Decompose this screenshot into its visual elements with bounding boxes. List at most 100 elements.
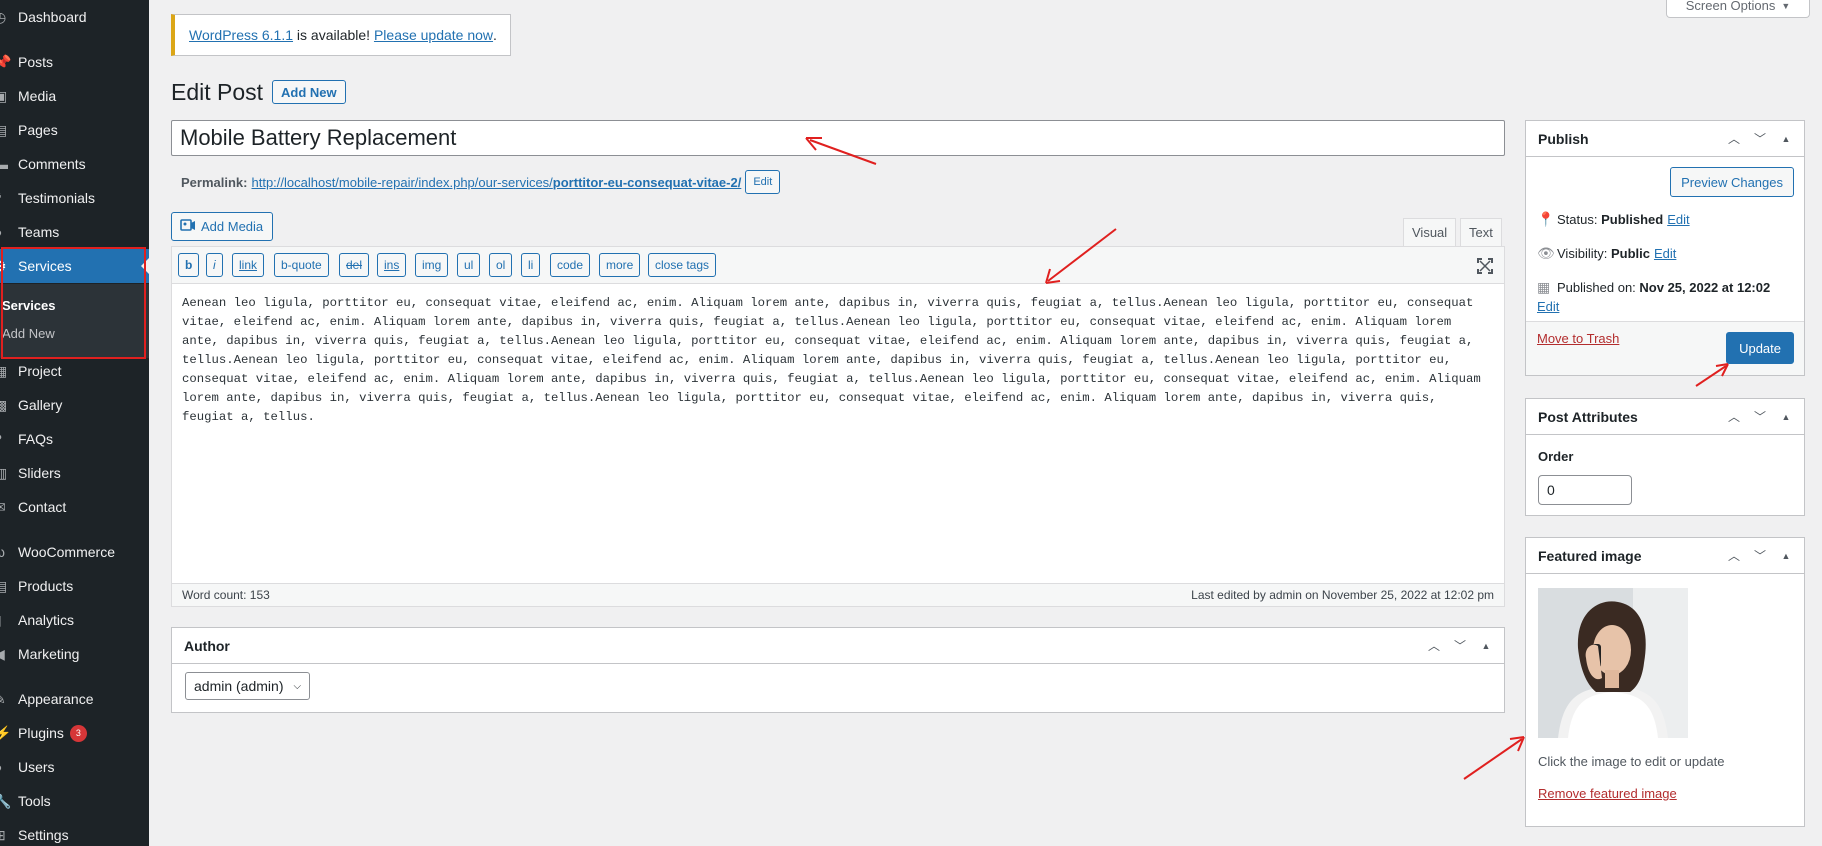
sidebar-item-tools[interactable]: 🔧 Tools: [0, 784, 149, 818]
remove-featured-image-link[interactable]: Remove featured image: [1538, 786, 1677, 801]
sidebar-item-label: Dashboard: [18, 9, 87, 25]
wordpress-version-link[interactable]: WordPress 6.1.1: [189, 27, 293, 43]
toggle-panel-icon[interactable]: ▲: [1780, 134, 1792, 144]
qt-blockquote-button[interactable]: b-quote: [274, 253, 329, 277]
qt-close-tags-button[interactable]: close tags: [648, 253, 717, 277]
sidebar-item-teams[interactable]: ●Teams: [0, 215, 149, 249]
published-edit-link[interactable]: Edit: [1537, 299, 1559, 314]
pin-icon: 📌: [0, 53, 12, 70]
sidebar-item-appearance[interactable]: ✎Appearance: [0, 682, 149, 716]
project-icon: ▦: [0, 362, 8, 379]
featured-image-hint: Click the image to edit or update: [1538, 754, 1725, 769]
qt-link-button[interactable]: link: [232, 253, 265, 277]
sidebar-item-products[interactable]: ▤ Products: [0, 569, 149, 603]
sidebar-item-label: Pages: [18, 122, 58, 138]
sidebar-item-woocommerce[interactable]: ωWooCommerce: [0, 535, 149, 569]
sidebar-item-project[interactable]: ▦ Project: [0, 354, 149, 388]
sidebar-item-label: Settings: [18, 827, 69, 843]
sidebar-item-analytics[interactable]: ▮Analytics: [0, 603, 149, 637]
sidebar-item-users[interactable]: ●Users: [0, 750, 149, 784]
comment-icon: ▬: [0, 156, 8, 172]
add-new-button[interactable]: Add New: [272, 80, 346, 104]
media-icon: ▣: [0, 87, 8, 104]
sidebar-item-plugins[interactable]: ⚡ Plugins 3: [0, 716, 149, 750]
move-down-icon[interactable]: ﹀: [1754, 547, 1766, 564]
qt-more-button[interactable]: more: [599, 253, 641, 277]
sidebar-item-comments[interactable]: ▬ Comments: [0, 147, 149, 181]
sidebar-item-settings[interactable]: ⊞Settings: [0, 818, 149, 846]
toggle-panel-icon[interactable]: ▲: [1480, 641, 1492, 651]
sidebar-item-posts[interactable]: 📌 Posts: [0, 45, 149, 79]
move-up-icon[interactable]: ︿: [1428, 637, 1440, 654]
post-title-value: Mobile Battery Replacement: [180, 125, 457, 150]
dashboard-icon: ◷: [0, 8, 7, 25]
visibility-edit-link[interactable]: Edit: [1654, 246, 1676, 261]
screen-options-button[interactable]: Screen Options ▼: [1666, 0, 1810, 18]
faq-icon: ?: [0, 429, 18, 449]
visibility-label: Visibility:: [1557, 246, 1611, 261]
editor-status-bar: Word count: 153 Last edited by admin on …: [171, 583, 1505, 607]
qt-img-button[interactable]: img: [415, 253, 449, 277]
admin-sidebar: ◷Dashboard📌Posts▣Media▤Pages▬Comments❝Te…: [0, 0, 149, 846]
update-count-badge: 3: [69, 724, 87, 742]
sidebar-item-media[interactable]: ▣ Media: [0, 79, 149, 113]
toggle-panel-icon[interactable]: ▲: [1780, 412, 1792, 422]
status-edit-link[interactable]: Edit: [1667, 212, 1689, 227]
publish-title: Publish: [1538, 130, 1589, 147]
pin-icon: 📍: [1537, 211, 1555, 227]
quote-icon: ❝: [0, 188, 18, 208]
qt-code-button[interactable]: code: [550, 253, 591, 277]
order-input[interactable]: 0: [1538, 475, 1632, 505]
post-title-input[interactable]: Mobile Battery Replacement: [171, 120, 1505, 156]
permalink-link[interactable]: http://localhost/mobile-repair/index.php…: [251, 175, 741, 190]
caret-down-icon: ▼: [1781, 0, 1791, 11]
move-up-icon[interactable]: ︿: [1728, 408, 1740, 425]
sidebar-item-label: Gallery: [18, 397, 63, 413]
qt-li-button[interactable]: li: [521, 253, 541, 277]
add-media-label: Add Media: [201, 219, 264, 234]
tab-visual[interactable]: Visual: [1403, 218, 1457, 246]
update-button[interactable]: Update: [1726, 332, 1794, 364]
tab-text[interactable]: Text: [1460, 218, 1502, 246]
quicktags-toolbar: b i link b-quote del ins img ul ol li co…: [172, 247, 1504, 284]
sidebar-item-marketing[interactable]: ◀Marketing: [0, 637, 149, 671]
published-label: Published on:: [1557, 280, 1640, 295]
visibility-value: Public: [1610, 246, 1650, 261]
sidebar-item-pages[interactable]: ▤ Pages: [0, 113, 149, 147]
qt-italic-button[interactable]: i: [206, 253, 223, 277]
sidebar-item-label: WooCommerce: [18, 544, 115, 560]
move-down-icon[interactable]: ﹀: [1754, 130, 1766, 147]
qt-bold-button[interactable]: b: [178, 253, 200, 277]
user-icon: ●: [0, 757, 18, 777]
add-media-button[interactable]: Add Media: [171, 212, 274, 241]
permalink-edit-button[interactable]: Edit: [745, 170, 781, 194]
featured-image-thumbnail[interactable]: [1538, 588, 1688, 738]
toggle-panel-icon[interactable]: ▲: [1780, 551, 1792, 561]
move-up-icon[interactable]: ︿: [1728, 547, 1740, 564]
archive-icon: ▤: [0, 577, 8, 594]
author-title: Author: [184, 637, 230, 654]
move-down-icon[interactable]: ﹀: [1454, 637, 1466, 654]
move-up-icon[interactable]: ︿: [1728, 130, 1740, 147]
move-down-icon[interactable]: ﹀: [1754, 408, 1766, 425]
preview-changes-button[interactable]: Preview Changes: [1670, 167, 1794, 197]
sidebar-item-testimonials[interactable]: ❝Testimonials: [0, 181, 149, 215]
word-count: Word count: 153: [182, 588, 270, 602]
notice-text: is available!: [293, 27, 374, 43]
fullscreen-icon[interactable]: [1476, 257, 1494, 275]
sidebar-item-label: Project: [18, 363, 62, 379]
sidebar-item-dashboard[interactable]: ◷ Dashboard: [0, 0, 149, 34]
qt-del-button[interactable]: del: [339, 253, 370, 277]
move-to-trash-link[interactable]: Move to Trash: [1537, 331, 1619, 346]
sidebar-item-gallery[interactable]: ▩ Gallery: [0, 388, 149, 422]
qt-ul-button[interactable]: ul: [457, 253, 481, 277]
update-now-link[interactable]: Please update now: [374, 27, 493, 43]
sidebar-item-sliders[interactable]: ▥ Sliders: [0, 456, 149, 490]
sidebar-item-contact[interactable]: ✉Contact: [0, 490, 149, 524]
post-content-textarea[interactable]: Aenean leo ligula, porttitor eu, consequ…: [182, 294, 1494, 427]
sidebar-item-faqs[interactable]: ?FAQs: [0, 422, 149, 456]
qt-ins-button[interactable]: ins: [377, 253, 407, 277]
status-label: Status:: [1557, 212, 1602, 227]
qt-ol-button[interactable]: ol: [489, 253, 513, 277]
author-select[interactable]: admin (admin) ⌵: [185, 672, 311, 700]
